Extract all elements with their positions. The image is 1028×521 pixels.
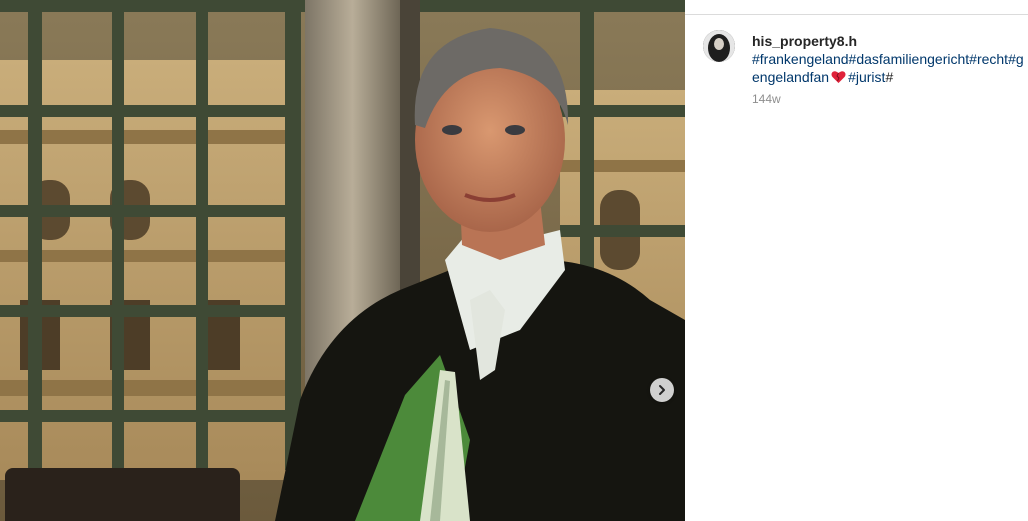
post-image[interactable]	[0, 0, 685, 521]
hashtag-link[interactable]: #recht	[969, 51, 1008, 67]
photo-portrait-man-in-robe	[0, 0, 685, 521]
caption-block: his_property8.h #frankengeland#dasfamili…	[752, 32, 1028, 86]
avatar-image	[703, 30, 735, 62]
caption-line-1: #frankengeland#dasfamiliengericht#recht#…	[752, 50, 1028, 68]
heart-emoji-icon	[831, 71, 846, 83]
avatar[interactable]	[703, 30, 735, 62]
carousel-next-button[interactable]	[650, 378, 674, 402]
post-timestamp[interactable]: 144w	[752, 92, 781, 106]
caption-line-2: engelandfan #jurist#	[752, 68, 1028, 86]
hashtag-link[interactable]: #jurist	[848, 69, 885, 85]
caption-trailing-text: #	[885, 69, 894, 85]
hashtag-link[interactable]: #frankengeland	[752, 51, 849, 67]
hashtag-link[interactable]: #dasfamiliengericht	[849, 51, 970, 67]
hashtag-link[interactable]: engelandfan	[752, 69, 829, 85]
header-divider	[685, 14, 1028, 15]
post-sidebar: his_property8.h #frankengeland#dasfamili…	[685, 0, 1028, 521]
hashtag-link[interactable]: #g	[1008, 51, 1024, 67]
chevron-right-icon	[659, 385, 665, 395]
username-link[interactable]: his_property8.h	[752, 32, 1028, 50]
